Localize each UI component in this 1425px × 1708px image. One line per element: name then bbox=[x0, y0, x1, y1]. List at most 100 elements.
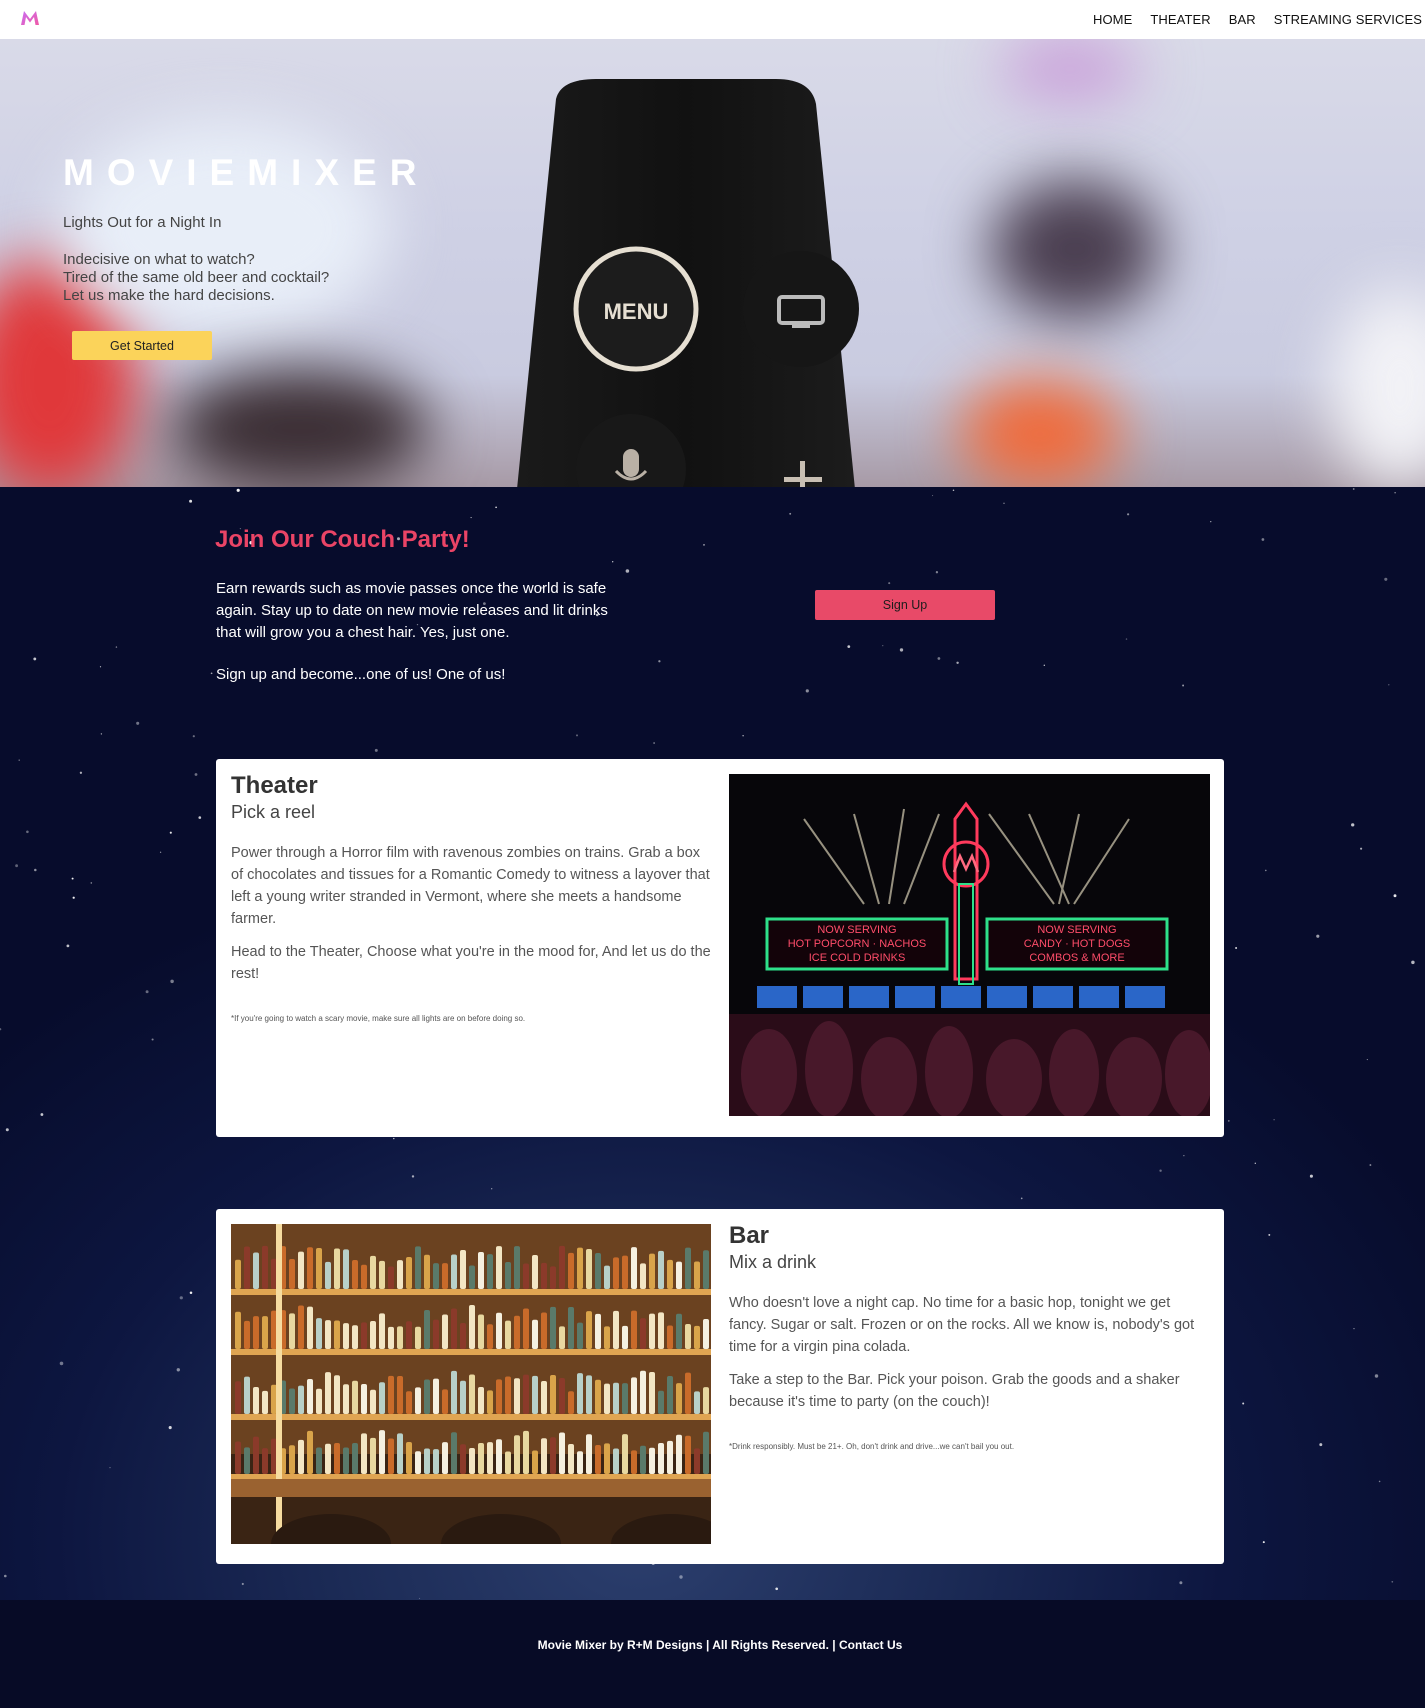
star bbox=[1366, 1059, 1368, 1061]
bottle bbox=[595, 1445, 601, 1474]
moviemixer-logo-icon[interactable] bbox=[19, 7, 41, 29]
bottle bbox=[253, 1316, 259, 1349]
bottle bbox=[667, 1440, 673, 1474]
bottle bbox=[613, 1310, 619, 1349]
bottle bbox=[379, 1430, 385, 1474]
star bbox=[0, 1028, 2, 1031]
bottle bbox=[568, 1306, 574, 1349]
bottle bbox=[658, 1442, 664, 1474]
star bbox=[109, 1466, 111, 1469]
bottle bbox=[505, 1261, 511, 1289]
nav-bar[interactable]: BAR bbox=[1229, 12, 1256, 27]
bottle bbox=[586, 1249, 592, 1289]
bottle bbox=[550, 1374, 556, 1414]
join-cta-text: Sign up and become...one of us! One of u… bbox=[216, 666, 506, 683]
bottle bbox=[460, 1249, 466, 1289]
bottle bbox=[397, 1375, 403, 1414]
bottle bbox=[523, 1308, 529, 1349]
bar-paragraph: Take a step to the Bar. Pick your poison… bbox=[729, 1372, 1180, 1410]
bottle bbox=[442, 1263, 448, 1289]
bottle bbox=[469, 1265, 475, 1289]
star bbox=[1309, 1174, 1313, 1178]
nav-theater[interactable]: THEATER bbox=[1150, 12, 1210, 27]
star bbox=[882, 645, 884, 647]
star bbox=[100, 733, 103, 735]
bottle bbox=[649, 1313, 655, 1349]
shelf bbox=[231, 1349, 711, 1355]
star bbox=[145, 990, 149, 994]
bottle bbox=[361, 1264, 367, 1289]
star bbox=[932, 495, 934, 497]
bottle bbox=[406, 1441, 412, 1474]
bottle bbox=[568, 1391, 574, 1414]
bottle bbox=[568, 1444, 574, 1474]
tv-remote-image: MENU bbox=[517, 79, 859, 487]
bottle bbox=[586, 1311, 592, 1349]
bottle bbox=[307, 1306, 313, 1349]
bottle bbox=[307, 1247, 313, 1289]
bottle bbox=[397, 1433, 403, 1474]
star bbox=[419, 1597, 421, 1599]
bottle bbox=[406, 1257, 412, 1289]
star bbox=[59, 1361, 64, 1366]
star bbox=[679, 1575, 683, 1579]
theater-title: Theater bbox=[231, 772, 318, 799]
bottle bbox=[640, 1318, 646, 1349]
bottle bbox=[685, 1247, 691, 1289]
bottle bbox=[622, 1325, 628, 1349]
bottle bbox=[532, 1450, 538, 1474]
bottle bbox=[703, 1387, 709, 1414]
bottle bbox=[451, 1370, 457, 1414]
nav-home[interactable]: HOME bbox=[1093, 12, 1132, 27]
star bbox=[90, 882, 93, 884]
bottle bbox=[316, 1447, 322, 1474]
star bbox=[1411, 960, 1415, 965]
star bbox=[575, 734, 579, 737]
sign-up-button[interactable]: Sign Up bbox=[815, 590, 995, 620]
star bbox=[393, 1137, 395, 1140]
star bbox=[1262, 1541, 1265, 1544]
bottle bbox=[514, 1246, 520, 1289]
star bbox=[1388, 684, 1390, 686]
bottle bbox=[703, 1250, 709, 1289]
bottle bbox=[352, 1325, 358, 1349]
star bbox=[1264, 869, 1267, 872]
star bbox=[1316, 934, 1320, 938]
theater-subtitle: Pick a reel bbox=[231, 802, 316, 822]
bottle bbox=[262, 1448, 268, 1474]
bar-shelves-image bbox=[231, 1224, 711, 1544]
bottle bbox=[469, 1374, 475, 1414]
star bbox=[899, 648, 904, 652]
bottle bbox=[640, 1445, 646, 1474]
get-started-button[interactable]: Get Started bbox=[72, 331, 212, 360]
bottle bbox=[595, 1252, 601, 1289]
hero-line: Indecisive on what to watch? bbox=[63, 251, 255, 268]
nav-streaming-services[interactable]: STREAMING SERVICES bbox=[1274, 12, 1422, 27]
footer: Movie Mixer by R+M Designs | All Rights … bbox=[0, 1600, 1425, 1708]
bottle bbox=[487, 1254, 493, 1289]
bottle bbox=[703, 1431, 709, 1474]
bottle bbox=[433, 1319, 439, 1349]
bottle bbox=[388, 1375, 394, 1414]
bottle bbox=[514, 1435, 520, 1474]
star bbox=[115, 646, 118, 648]
bottle bbox=[649, 1253, 655, 1289]
bottle bbox=[532, 1319, 538, 1349]
bottle bbox=[631, 1310, 637, 1349]
bottle bbox=[415, 1387, 421, 1414]
star bbox=[847, 645, 851, 648]
bottle bbox=[541, 1438, 547, 1474]
star bbox=[935, 571, 939, 574]
bottle bbox=[667, 1259, 673, 1289]
bottle bbox=[613, 1257, 619, 1289]
bottle bbox=[406, 1321, 412, 1349]
bottle bbox=[451, 1432, 457, 1474]
bottle bbox=[550, 1306, 556, 1349]
bottle bbox=[244, 1246, 250, 1289]
bottle bbox=[334, 1320, 340, 1349]
star bbox=[1384, 577, 1388, 581]
star bbox=[495, 506, 497, 509]
bottle bbox=[334, 1443, 340, 1474]
bottle bbox=[532, 1375, 538, 1414]
bottle bbox=[424, 1379, 430, 1414]
